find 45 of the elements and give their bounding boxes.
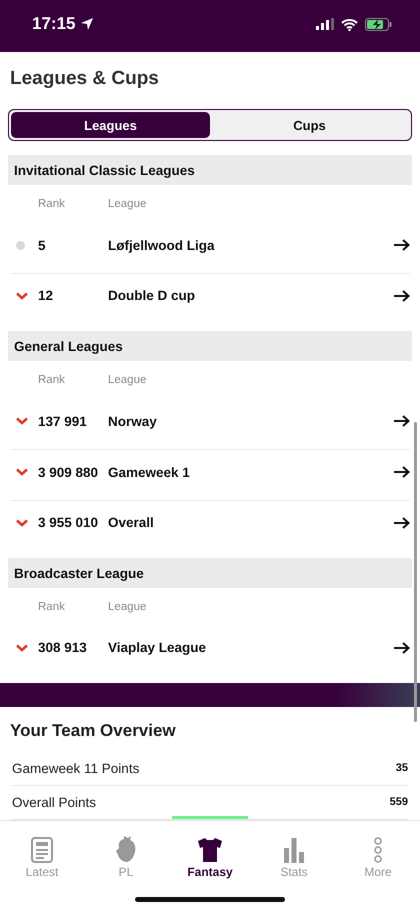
column-header: League — [108, 198, 146, 210]
battery-charging-icon — [365, 18, 392, 30]
section-header: Broadcaster League — [8, 558, 412, 588]
rank-value: 308 913 — [38, 640, 88, 656]
league-name[interactable]: Viaplay League — [108, 640, 394, 656]
arrow-right-icon[interactable] — [394, 466, 410, 478]
stat-label: Overall Points — [12, 794, 96, 810]
stat-value: 35 — [396, 762, 408, 774]
page-title: Leagues & Cups — [10, 68, 160, 90]
section-header: Invitational Classic Leagues — [8, 155, 412, 186]
more-dots-icon — [373, 837, 383, 863]
column-header: Rank — [38, 601, 66, 614]
bar-chart-icon — [284, 838, 304, 863]
tab[interactable]: Cups — [210, 112, 409, 138]
arrow-right-icon[interactable] — [394, 239, 410, 252]
rank-value: 3 955 010 — [38, 515, 100, 530]
arrow-right-icon[interactable] — [394, 290, 410, 302]
status-time: 17:15 — [32, 14, 76, 34]
league-name[interactable]: Løfjellwood Liga — [108, 238, 394, 253]
league-name[interactable]: Gameweek 1 — [108, 464, 394, 480]
arrow-right-icon[interactable] — [394, 516, 410, 529]
tab[interactable]: Leagues — [11, 112, 210, 138]
shirt-icon — [197, 837, 223, 863]
stat-value: 559 — [390, 796, 408, 808]
rank-value: 137 991 — [38, 414, 88, 429]
arrow-right-icon[interactable] — [394, 415, 410, 428]
section-header: General Leagues — [8, 331, 412, 362]
location-arrow-icon — [80, 17, 94, 31]
column-header: Rank — [38, 198, 66, 210]
nav-item[interactable]: Fantasy — [168, 821, 252, 879]
column-header: League — [108, 374, 146, 386]
arrow-right-icon[interactable] — [394, 642, 410, 654]
signal-icon — [316, 18, 334, 30]
league-name[interactable]: Double D cup — [108, 288, 394, 304]
section-title: Your Team Overview — [10, 721, 177, 742]
column-header: Rank — [38, 374, 66, 386]
rank-value: 12 — [38, 288, 54, 304]
league-name[interactable]: Overall — [108, 515, 394, 530]
league-name[interactable]: Norway — [108, 414, 394, 429]
column-header: League — [108, 601, 146, 614]
stat-label: Gameweek 11 Points — [12, 760, 140, 776]
news-icon — [31, 837, 53, 863]
wifi-icon — [341, 18, 358, 30]
rank-value: 3 909 880 — [38, 464, 100, 480]
rank-value: 5 — [38, 238, 47, 253]
